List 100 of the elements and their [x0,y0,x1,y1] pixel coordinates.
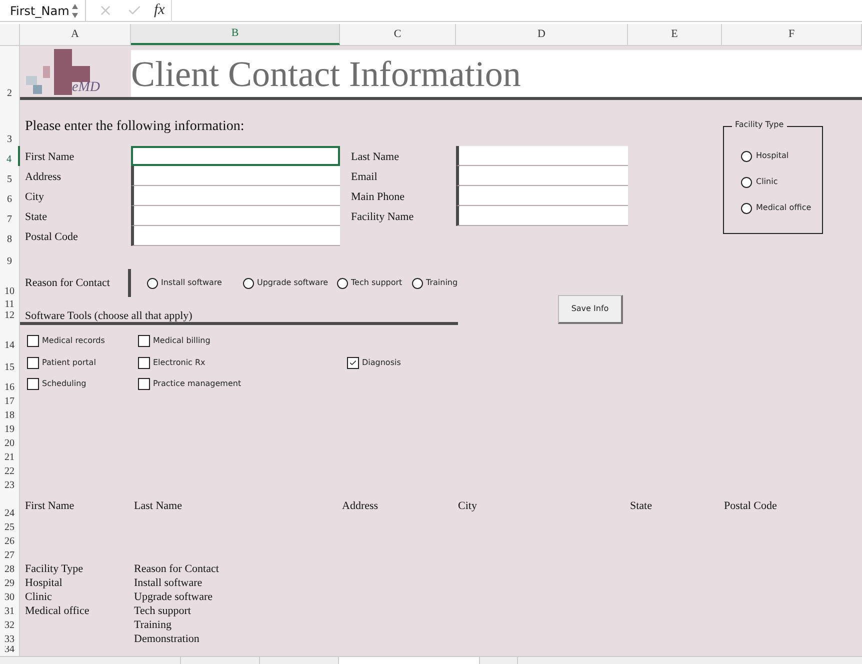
radio-option[interactable]: Medical office [741,202,822,214]
radio-button[interactable] [412,278,423,288]
row-header[interactable]: 27 [0,548,20,562]
radio-option[interactable]: Clinic [741,176,822,188]
column-heading: City [458,498,477,514]
row-header[interactable]: 25 [0,520,20,534]
row-header[interactable]: 19 [0,422,20,436]
section-label: Software Tools (choose all that apply) [25,311,192,322]
row-header[interactable]: 29 [0,576,20,590]
spinner-icon[interactable] [71,2,80,18]
row-header[interactable]: 24 [0,492,20,520]
radio-button[interactable] [741,202,752,214]
checkbox[interactable] [138,378,150,390]
row-header[interactable]: 23 [0,478,20,492]
checkbox-option[interactable]: Medical records [27,335,105,347]
list-item: Install software [134,578,202,588]
row-header[interactable]: 3 [0,100,20,146]
column-heading: Postal Code [724,498,777,514]
row-header[interactable]: 32 [0,618,20,632]
row-header[interactable]: 14 [0,330,20,352]
text-field[interactable] [131,146,340,166]
field-label: Email [351,170,378,184]
list-item: Demonstration [134,634,200,644]
column-header[interactable]: C [340,24,456,45]
text-field[interactable] [131,186,340,206]
row-header[interactable]: 10 [0,268,20,298]
row-header[interactable]: 9 [0,246,20,268]
radio-option[interactable]: Install software [147,277,243,289]
reason-label: Reason for Contact [25,276,110,291]
row-header[interactable] [0,46,20,50]
text-field[interactable] [456,186,628,206]
field-label: Main Phone [351,190,404,204]
row-header[interactable]: 7 [0,206,20,226]
row-header[interactable]: 22 [0,464,20,478]
radio-option[interactable]: Training [412,277,472,289]
radio-button[interactable] [147,278,158,288]
row-header[interactable]: 30 [0,590,20,604]
save-button[interactable]: Save Info [558,295,623,324]
checkbox-option[interactable]: Practice management [138,378,242,390]
check-icon [349,359,357,367]
radio-button[interactable] [741,150,752,162]
name-box[interactable]: First_Nam [0,0,86,21]
column-header[interactable]: E [628,24,722,45]
row-header[interactable]: 17 [0,394,20,408]
row-header[interactable]: 15 [0,352,20,374]
column-header[interactable]: F [722,24,862,45]
row-header[interactable]: 12 [0,311,20,322]
column-heading: First Name [25,498,74,514]
field-label: City [25,190,44,204]
row-header[interactable]: 8 [0,226,20,246]
cancel-icon[interactable] [98,3,113,18]
row-header[interactable]: 20 [0,436,20,450]
list-item: Medical office [25,606,90,616]
list-item: Clinic [25,592,52,602]
field-label: First Name [25,150,74,164]
checkbox-option[interactable]: Electronic Rx [138,357,206,369]
row-header[interactable]: 21 [0,450,20,464]
list-heading: Reason for Contact [134,564,219,574]
checkbox[interactable] [138,335,150,347]
radio-option[interactable]: Hospital [741,150,822,162]
checkbox-option[interactable]: Medical billing [138,335,210,347]
column-header[interactable]: D [456,24,628,45]
row-header[interactable]: 5 [0,166,20,186]
row-header[interactable]: 31 [0,604,20,618]
field-label: Last Name [351,150,399,164]
text-field[interactable] [456,146,628,166]
radio-button[interactable] [243,278,254,288]
radio-option[interactable]: Upgrade software [243,277,337,289]
checkbox-option[interactable]: Diagnosis [347,357,401,369]
row-header[interactable]: 33 [0,632,20,646]
column-header[interactable]: B [131,24,340,45]
logo-text: eMD [72,81,100,95]
row-header[interactable]: 16 [0,374,20,394]
text-field[interactable] [131,166,340,186]
sheet-title: Client Contact Information [131,56,521,92]
row-header[interactable]: 6 [0,186,20,206]
field-label: Postal Code [25,230,78,244]
radio-option[interactable]: Tech support [337,277,412,289]
row-header[interactable]: 28 [0,562,20,576]
row-header[interactable]: 11 [0,298,20,311]
checkbox[interactable] [27,378,39,390]
text-field[interactable] [456,206,628,226]
checkbox-option[interactable]: Patient portal [27,357,96,369]
column-heading: Last Name [134,498,182,514]
row-header[interactable]: 2 [0,50,20,100]
row-header[interactable]: 4 [0,146,20,166]
text-field[interactable] [131,226,340,246]
checkbox-option[interactable]: Scheduling [27,378,86,390]
row-header[interactable]: 26 [0,534,20,548]
row-header[interactable]: 18 [0,408,20,422]
checkbox[interactable] [347,357,359,369]
checkbox[interactable] [27,357,39,369]
checkbox[interactable] [138,357,150,369]
radio-button[interactable] [337,278,348,288]
column-heading: Address [342,498,378,514]
text-field[interactable] [456,166,628,186]
checkbox[interactable] [27,335,39,347]
text-field[interactable] [131,206,340,226]
field-label: State [25,210,47,224]
radio-button[interactable] [741,176,752,188]
